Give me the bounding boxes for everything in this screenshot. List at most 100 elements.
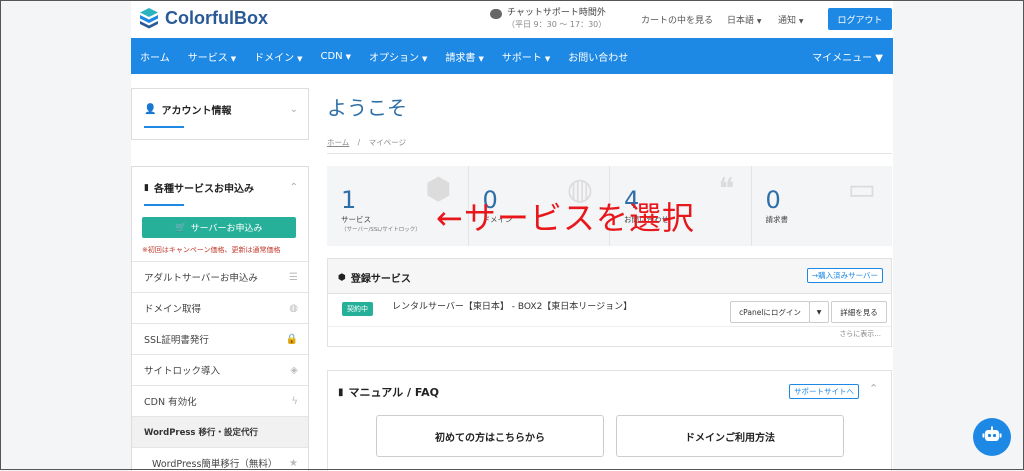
service-row: 契約中 レンタルサーバー【東日本】 - BOX2【東日本リージョン】 cPane… [327, 293, 892, 347]
chat-icon: ❝ [718, 172, 735, 207]
nav-item-services[interactable]: サービス ▼ [179, 49, 245, 64]
header-underline [144, 204, 184, 206]
nav-item-options[interactable]: オプション ▼ [360, 49, 436, 64]
services-title: 登録サービス [350, 274, 411, 285]
lock-icon: 🔒 [285, 333, 298, 345]
cube-logo-icon [139, 7, 159, 29]
breadcrumb-separator: / [357, 138, 361, 147]
manual-panel: ▮ マニュアル / FAQ サポートサイトへ ⌃ 初めての方はこちらから ドメイ… [327, 370, 892, 471]
user-icon: 👤 [144, 104, 157, 115]
server-apply-label: サーバーお申込み [190, 224, 263, 234]
logo[interactable]: ColorfulBox [139, 7, 268, 29]
status-badge: 契約中 [342, 302, 373, 316]
globe-icon: ◍ [289, 302, 298, 314]
nav-item-invoices[interactable]: 請求書 ▼ [436, 49, 492, 64]
nav-label: 請求書 [445, 52, 476, 64]
details-button[interactable]: 詳細を見る [831, 301, 887, 323]
apply-panel: ▮ 各種サービスお申込み ⌃ 🛒 サーバーお申込み ※初回はキャンペーン価格、更… [131, 166, 309, 471]
caret-down-icon: ▼ [478, 54, 484, 63]
star-icon: ★ [289, 457, 298, 469]
caret-down-icon: ▼ [798, 18, 804, 25]
card-icon: ▭ [847, 172, 876, 207]
account-panel: 👤 アカウント情報 ⌄ [131, 88, 309, 140]
support-hours: （平日 9：30 〜 17：30） [507, 20, 607, 29]
sidebar-item-wp-migration[interactable]: WordPress簡単移行（無料） ★ [132, 447, 308, 471]
sidebar-item-label: WordPress簡単移行（無料） [152, 459, 278, 470]
nav-item-cdn[interactable]: CDN ▼ [311, 51, 360, 62]
row-divider [328, 326, 891, 327]
server-apply-button[interactable]: 🛒 サーバーお申込み [142, 217, 296, 238]
cpanel-login-button[interactable]: cPanelにログイン [730, 301, 810, 323]
bolt-icon: ϟ [291, 395, 298, 407]
manual-title: マニュアル / FAQ [348, 386, 439, 399]
account-header[interactable]: 👤 アカウント情報 ⌄ [144, 102, 308, 117]
nav-item-domain[interactable]: ドメイン ▼ [245, 49, 311, 64]
manual-title-wrap: ▮ マニュアル / FAQ [338, 384, 439, 400]
top-header: ColorfulBox チャットサポート時間外 （平日 9：30 〜 17：30… [131, 0, 893, 38]
service-name[interactable]: レンタルサーバー【東日本】 - BOX2【東日本リージョン】 [392, 299, 632, 312]
sidebar-item-domain[interactable]: ドメイン取得 ◍ [132, 292, 308, 323]
caret-down-icon: ▼ [422, 54, 428, 63]
services-header: ⬢ 登録サービス →購入済みサーバー [327, 258, 892, 294]
my-menu-dropdown[interactable]: マイメニュー ▼ [812, 49, 883, 64]
stat-count: 1 [341, 186, 357, 214]
domain-guide-button[interactable]: ドメインご利用方法 [616, 415, 844, 457]
sidebar-item-cdn[interactable]: CDN 有効化 ϟ [132, 385, 308, 416]
caret-down-icon: ▼ [544, 54, 551, 63]
sidebar-item-label: ドメイン取得 [144, 304, 202, 315]
language-label: 日本語 [727, 16, 755, 26]
logo-text: ColorfulBox [165, 7, 268, 28]
notifications-dropdown[interactable]: 通知 ▼ [778, 13, 804, 26]
nav-item-home[interactable]: ホーム [131, 49, 179, 64]
server-icon: ☰ [289, 271, 298, 283]
show-more-link[interactable]: さらに表示... [839, 329, 881, 339]
apply-header[interactable]: ▮ 各種サービスお申込み ⌃ [144, 180, 308, 195]
header-underline [144, 126, 184, 128]
nav-label: サービス [187, 52, 228, 64]
purchased-servers-link[interactable]: →購入済みサーバー [806, 268, 883, 283]
nav-label: お問い合わせ [568, 52, 629, 64]
campaign-note: ※初回はキャンペーン価格、更新は通常価格 [142, 246, 281, 254]
breadcrumb: ホーム / マイページ [327, 137, 406, 148]
chevron-up-icon[interactable]: ⌃ [869, 382, 878, 395]
bookmark-icon: ▮ [144, 182, 149, 193]
nav-item-support[interactable]: サポート ▼ [493, 49, 559, 64]
nav-label: ドメイン [254, 52, 295, 64]
chat-support-status: チャットサポート時間外 （平日 9：30 〜 17：30） [490, 8, 607, 31]
wordpress-section-header: WordPress 移行・設定代行 [132, 416, 308, 447]
sidebar-item-sitelock[interactable]: サイトロック導入 ◈ [132, 354, 308, 385]
cart-icon: 🛒 [175, 222, 187, 233]
caret-down-icon: ▼ [230, 54, 237, 63]
chatbot-button[interactable] [973, 418, 1011, 456]
breadcrumb-home[interactable]: ホーム [327, 138, 349, 147]
logout-button[interactable]: ログアウト [828, 8, 892, 30]
cart-link[interactable]: カートの中を見る [641, 13, 713, 26]
sidebar-item-label: CDN 有効化 [144, 397, 197, 408]
main-nav: ホーム サービス ▼ ドメイン ▼ CDN ▼ オプション ▼ 請求書 ▼ サポート ▼ お… [131, 38, 893, 74]
stat-count: 0 [765, 186, 781, 214]
nav-item-contact[interactable]: お問い合わせ [559, 49, 637, 64]
cpanel-dropdown-toggle[interactable]: ▼ [809, 301, 829, 323]
services-title-wrap: ⬢ 登録サービス [338, 270, 411, 286]
stat-sub: （サーバー/SSL/サイトロック） [341, 227, 421, 233]
sidebar-item-label: アダルトサーバーお申込み [144, 273, 258, 284]
annotation-overlay-text: ←サービスを選択 [436, 199, 695, 237]
nav-label: オプション [369, 52, 420, 64]
book-icon: ▮ [338, 386, 344, 398]
caret-down-icon: ▼ [297, 54, 303, 63]
support-site-link[interactable]: サポートサイトへ [789, 384, 859, 399]
stat-invoices[interactable]: ▭ 0 請求書 [752, 166, 893, 246]
shield-icon: ◈ [290, 364, 298, 376]
account-title: アカウント情報 [161, 106, 232, 117]
nav-label: CDN [320, 50, 343, 62]
sidebar-item-label: SSL証明書発行 [144, 335, 209, 346]
sidebar-item-adult-server[interactable]: アダルトサーバーお申込み ☰ [132, 261, 308, 292]
language-dropdown[interactable]: 日本語 ▼ [727, 13, 762, 26]
beginners-guide-button[interactable]: 初めての方はこちらから [376, 415, 604, 457]
chevron-down-icon: ⌄ [289, 104, 298, 115]
page-title: ようこそ [327, 96, 407, 120]
sidebar-item-ssl[interactable]: SSL証明書発行 🔒 [132, 323, 308, 354]
support-title: チャットサポート時間外 [507, 8, 606, 18]
sidebar-item-label: サイトロック導入 [144, 366, 221, 377]
caret-down-icon: ▼ [816, 308, 822, 316]
